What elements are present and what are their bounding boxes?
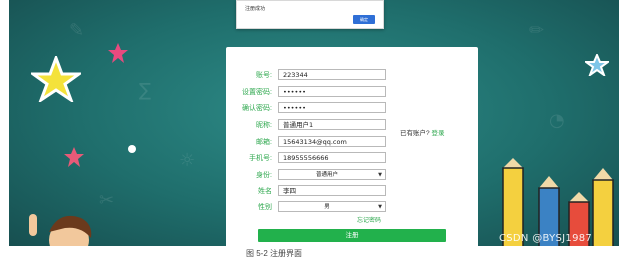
field-label: 性别 bbox=[258, 204, 272, 211]
doodle-icon: ∑ bbox=[139, 80, 152, 101]
has-account-prompt: 已有账户? 登录 bbox=[400, 127, 444, 137]
email-input[interactable]: 15643134@qq.com bbox=[278, 136, 386, 147]
field-label: 设置密码: bbox=[242, 89, 272, 96]
doodle-icon: ✎ bbox=[69, 20, 85, 41]
field-label: 身份: bbox=[256, 172, 272, 179]
field-label: 姓名 bbox=[258, 188, 272, 195]
gender-label-row: 性别 bbox=[226, 201, 272, 214]
doodle-icon: ◔ bbox=[549, 110, 565, 131]
account-input[interactable]: 223344 bbox=[278, 69, 386, 80]
blue-star-icon bbox=[585, 54, 609, 76]
email-label-row: 邮箱: bbox=[226, 136, 272, 149]
success-dialog: 注册成功 确定 bbox=[236, 0, 384, 29]
password-label-row: 设置密码: bbox=[226, 86, 272, 99]
account-label-row: 账号: bbox=[226, 69, 272, 82]
white-dot bbox=[128, 145, 136, 153]
name-label-row: 姓名 bbox=[226, 185, 272, 198]
field-label: 邮箱: bbox=[256, 139, 272, 146]
identity-select[interactable]: 普通用户 ▼ bbox=[278, 169, 386, 180]
register-button[interactable]: 注册 bbox=[258, 229, 446, 242]
identity-select-value: 普通用户 bbox=[315, 172, 338, 178]
cartoon-child-illustration bbox=[29, 214, 92, 246]
pink-star-icon bbox=[108, 43, 128, 63]
gender-select[interactable]: 男 ▼ bbox=[278, 201, 386, 212]
doodle-icon: ✂ bbox=[99, 190, 115, 211]
phone-label-row: 手机号: bbox=[226, 152, 272, 165]
caret-down-icon: ▼ bbox=[378, 172, 382, 178]
field-label: 手机号: bbox=[249, 155, 272, 162]
confirm-password-label-row: 确认密码: bbox=[226, 102, 272, 115]
field-label: 昵称: bbox=[256, 122, 272, 129]
doodle-icon: ☼ bbox=[179, 150, 196, 171]
identity-label-row: 身份: bbox=[226, 169, 272, 182]
watermark: CSDN @BYSJ1987 bbox=[499, 233, 593, 244]
field-label: 确认密码: bbox=[242, 105, 272, 112]
has-account-text: 已有账户? bbox=[400, 130, 430, 137]
login-link[interactable]: 登录 bbox=[431, 130, 444, 137]
forgot-password-link[interactable]: 忘记密码 bbox=[357, 215, 381, 224]
nickname-label-row: 昵称: bbox=[226, 119, 272, 132]
confirm-password-input[interactable]: •••••• bbox=[278, 102, 386, 113]
large-star-icon bbox=[31, 56, 81, 102]
dialog-ok-button[interactable]: 确定 bbox=[353, 15, 375, 24]
password-input[interactable]: •••••• bbox=[278, 86, 386, 97]
doodle-icon: ✏ bbox=[529, 20, 545, 41]
dialog-message: 注册成功 bbox=[245, 6, 266, 12]
field-label: 账号: bbox=[256, 72, 272, 79]
phone-input[interactable]: 18955556666 bbox=[278, 152, 386, 163]
gender-select-value: 男 bbox=[324, 204, 330, 210]
nickname-input[interactable]: 普通用户1 bbox=[278, 119, 386, 130]
name-input[interactable]: 李四 bbox=[278, 185, 386, 196]
pink-star-icon bbox=[64, 147, 84, 167]
caret-down-icon: ▼ bbox=[378, 204, 382, 210]
